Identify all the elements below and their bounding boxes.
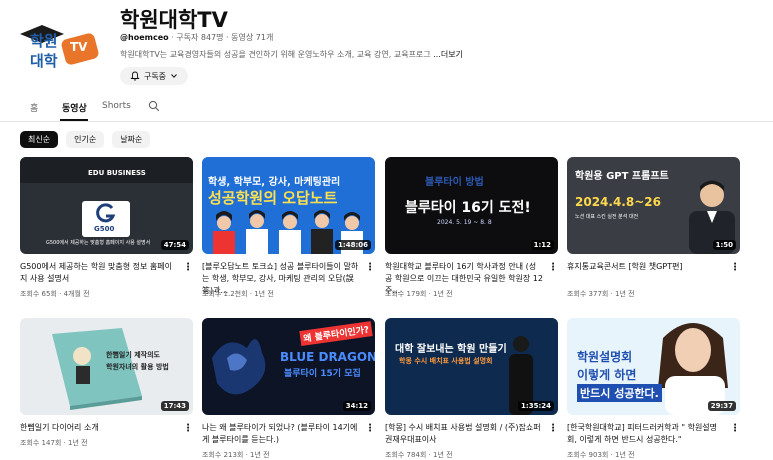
- video-thumbnail[interactable]: 학생, 학부모, 강사, 마케팅관리 성공학원의 오답노트 1:48:06: [202, 157, 375, 254]
- thumb-text: 성공학원의 오답노트: [208, 189, 338, 207]
- logo-text-top: 학원: [30, 32, 58, 50]
- channel-description[interactable]: 학원대학TV는 교육경영자들의 성공을 견인하기 위해 운영노하우 소개, 교육…: [120, 49, 520, 60]
- channel-name: 학원대학TV: [120, 8, 228, 32]
- thumb-text: 학원용 GPT 프롬프트: [575, 171, 669, 182]
- description-text: 학원대학TV는 교육경영자들의 성공을 견인하기 위해 운영노하우 소개, 교육…: [120, 50, 431, 59]
- more-actions-icon[interactable]: ⋮: [365, 423, 375, 434]
- duration-badge: 1:35:24: [518, 401, 554, 411]
- video-thumbnail[interactable]: 블루타이 방법 블루타이 16기 도전! 2024. 5. 19 ~ 8. 8 …: [385, 157, 558, 254]
- more-actions-icon[interactable]: ⋮: [365, 262, 375, 273]
- thumb-text: 이렇게 하면: [577, 368, 637, 382]
- active-tab-indicator: [60, 119, 88, 121]
- channel-header: 학원 대학 TV 학원대학TV @hoemceo · 구독자 847명 · 동영…: [0, 0, 773, 92]
- video-meta: 조회수 179회 · 1년 전: [385, 290, 453, 298]
- thumb-text: G500: [94, 225, 115, 233]
- channel-tabs: 홈 동영상 Shorts: [0, 95, 773, 122]
- more-actions-icon[interactable]: ⋮: [183, 262, 193, 273]
- thumb-text: 2024. 5. 19 ~ 8. 8: [437, 219, 492, 226]
- tab-videos[interactable]: 동영상: [62, 101, 87, 114]
- bell-icon: [130, 71, 140, 81]
- channel-handle: @hoemceo: [120, 33, 169, 42]
- chip-oldest[interactable]: 날짜순: [112, 131, 151, 148]
- thumb-text: 노션 대표 스킨 실전 분석 대전: [575, 214, 639, 220]
- more-actions-icon[interactable]: ⋮: [730, 262, 740, 273]
- video-meta: 조회수 903회 · 1년 전: [567, 451, 635, 459]
- thumb-text: 학생, 학부모, 강사, 마케팅관리: [208, 177, 341, 188]
- duration-badge: 1:12: [530, 240, 554, 250]
- video-thumbnail[interactable]: 한뼘일기 제작의도 학원자녀의 활용 방법 17:43: [20, 318, 193, 415]
- channel-stats: · 구독자 847명 · 동영상 71개: [171, 33, 274, 42]
- video-thumbnail[interactable]: 대학 잘보내는 학원 만들기 학몽 수시 배치표 사용법 설명회 1:35:24: [385, 318, 558, 415]
- thumb-text: 대학 잘보내는 학원 만들기: [395, 344, 507, 355]
- video-meta: 조회수 377회 · 1년 전: [567, 290, 635, 298]
- thumb-text: 한뼘일기 제작의도: [106, 351, 160, 359]
- thumb-text: 2024.4.8~26: [575, 195, 661, 209]
- thumb-text: BLUE DRAGON: [280, 350, 375, 364]
- duration-badge: 1:50: [712, 240, 736, 250]
- thumb-text: 블루타이 방법: [425, 177, 484, 188]
- search-icon[interactable]: [148, 100, 160, 112]
- video-title[interactable]: 휴지통교육콘서트 [학원 챗GPT편]: [567, 261, 725, 273]
- video-title[interactable]: G500에서 제공하는 학원 맞춤형 정보 홈페이지 사용 설명서: [20, 261, 178, 285]
- chip-popular[interactable]: 인기순: [66, 131, 105, 148]
- video-title[interactable]: 나는 왜 블루타이가 되었나? (블루타이 14기에게 블루타이를 듣는다.): [202, 422, 360, 446]
- thumb-text: EDU BUSINESS: [88, 169, 146, 177]
- chip-latest[interactable]: 최신순: [20, 131, 59, 148]
- logo-text-bottom: 대학: [30, 52, 58, 70]
- thumb-text: 학원자녀의 활용 방법: [106, 363, 169, 371]
- thumb-text: 블루타이 16기 도전!: [405, 200, 531, 216]
- duration-badge: 34:12: [342, 401, 371, 411]
- sort-chips: 최신순 인기순 날짜순: [20, 131, 151, 148]
- thumb-text: 학몽 수시 배치표 사용법 설명회: [399, 357, 493, 365]
- video-meta: 조회수 65회 · 4개월 전: [20, 290, 90, 298]
- video-meta: 조회수 213회 · 1년 전: [202, 451, 270, 459]
- tab-home[interactable]: 홈: [30, 101, 38, 114]
- video-thumbnail[interactable]: 왜 블루타이인가? BLUE DRAGON 블루타이 15기 모집 34:12: [202, 318, 375, 415]
- g500-logo-icon: [96, 203, 116, 223]
- more-actions-icon[interactable]: ⋮: [183, 423, 193, 434]
- chevron-down-icon: [171, 74, 177, 78]
- thumb-text: 학원설명회: [577, 350, 633, 364]
- more-actions-icon[interactable]: ⋮: [548, 423, 558, 434]
- thumb-text: 블루타이 15기 모집: [284, 369, 361, 379]
- video-title[interactable]: [학몽] 수시 배치표 사용법 설명회 / (주)잡쇼퍼 권재우대표이사: [385, 422, 543, 446]
- video-title[interactable]: 한뼘일기 다이어리 소개: [20, 422, 178, 434]
- subscribe-label: 구독중: [143, 71, 167, 81]
- duration-badge: 1:48:06: [335, 240, 371, 250]
- channel-meta: @hoemceo · 구독자 847명 · 동영상 71개: [120, 32, 273, 43]
- video-meta: 조회수 147회 · 1년 전: [20, 439, 88, 447]
- thumb-text: 반드시 성공한다.: [577, 384, 662, 402]
- more-link[interactable]: ...더보기: [433, 50, 463, 59]
- thumb-text: G500에서 제공하는 맞춤형 홈페이지 사용 설명서: [46, 240, 151, 246]
- video-thumbnail[interactable]: 학원설명회 이렇게 하면 반드시 성공한다. 29:37: [567, 318, 740, 415]
- video-title[interactable]: [한국학원대학교] 피터드러커학과 " 학원설명회, 이렇게 하면 반드시 성공…: [567, 422, 725, 446]
- video-thumbnail[interactable]: EDU BUSINESS G500 G500에서 제공하는 맞춤형 홈페이지 사…: [20, 157, 193, 254]
- tab-shorts[interactable]: Shorts: [102, 101, 131, 111]
- duration-badge: 47:54: [160, 240, 189, 250]
- more-actions-icon[interactable]: ⋮: [730, 423, 740, 434]
- video-meta: 조회수 784회 · 1년 전: [385, 451, 453, 459]
- subscribe-button[interactable]: 구독중: [120, 67, 188, 85]
- duration-badge: 29:37: [707, 401, 736, 411]
- logo-badge: TV: [70, 40, 88, 54]
- duration-badge: 17:43: [160, 401, 189, 411]
- more-actions-icon[interactable]: ⋮: [548, 262, 558, 273]
- video-meta: 조회수 1.2천회 · 1년 전: [202, 290, 274, 298]
- channel-logo[interactable]: 학원 대학 TV: [20, 20, 104, 78]
- video-thumbnail[interactable]: 학원용 GPT 프롬프트 2024.4.8~26 노션 대표 스킨 실전 분석 …: [567, 157, 740, 254]
